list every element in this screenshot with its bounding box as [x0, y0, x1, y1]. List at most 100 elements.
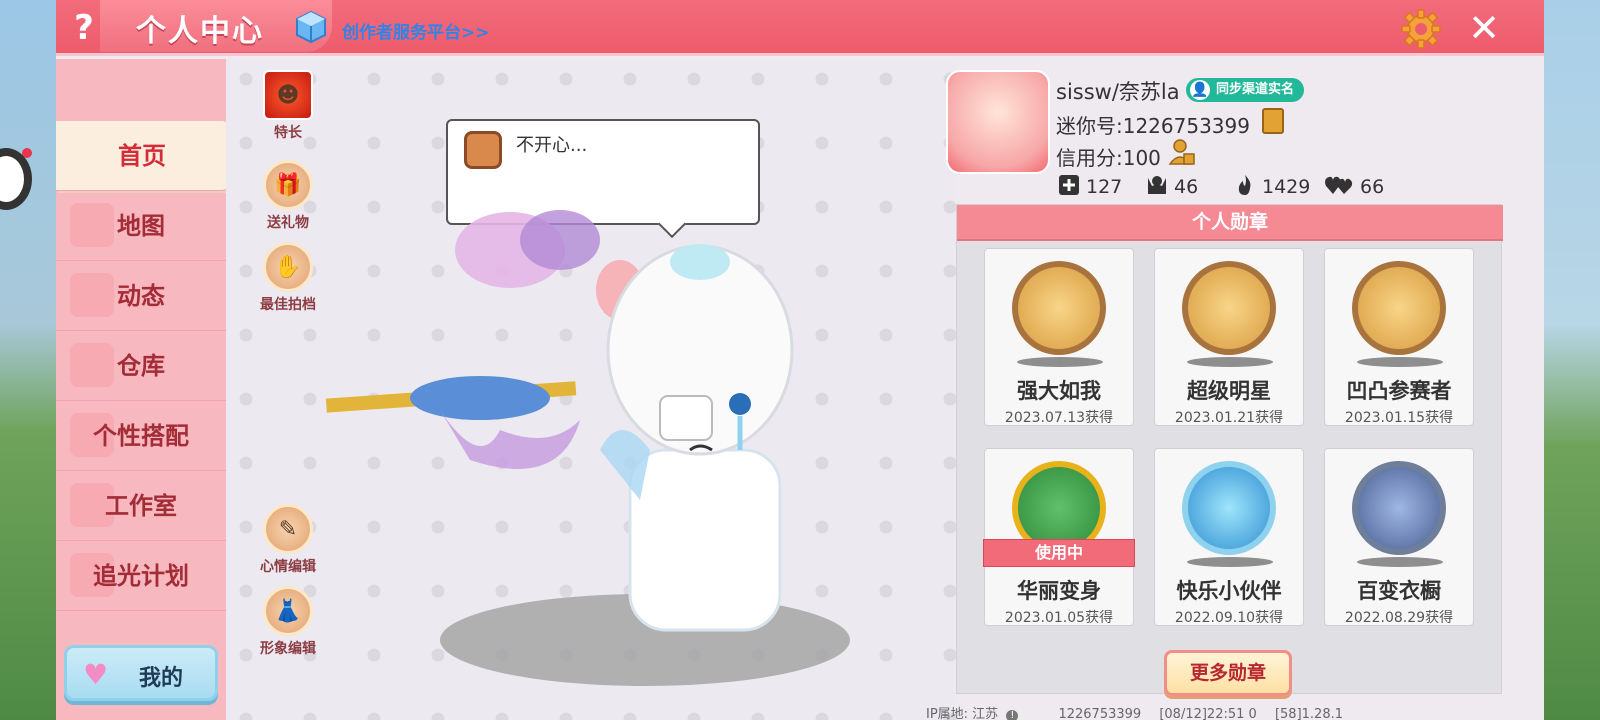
- medal-card[interactable]: 超级明星 2023.01.21获得: [1154, 248, 1304, 426]
- mine-button-label: 我的: [139, 666, 184, 691]
- title-bar: ? 个人中心 创作者服务平台>> ✕: [56, 0, 1544, 56]
- medal-name: 强大如我: [1017, 379, 1101, 403]
- medal-date: 2022.08.29获得: [1344, 610, 1454, 626]
- stat-popularity[interactable]: 1429: [1234, 174, 1310, 198]
- specialty-button[interactable]: ☻ 特长: [248, 70, 328, 142]
- sidebar-item-label: 工作室: [105, 492, 177, 520]
- medal-name: 百变衣橱: [1357, 579, 1441, 603]
- sidebar-item-label: 追光计划: [93, 562, 189, 590]
- hearts-icon: [1325, 176, 1353, 194]
- house-bg-icon: [70, 343, 114, 387]
- mood-edit-button[interactable]: ✎ 心情编辑: [248, 504, 328, 576]
- player-avatar[interactable]: [320, 190, 820, 650]
- medal-grid: 强大如我 2023.07.13获得 超级明星 2023.01.21获得 凹凸参赛…: [956, 240, 1502, 632]
- help-icon[interactable]: ?: [56, 0, 112, 56]
- medal-stand: [1357, 357, 1443, 367]
- stat-followers[interactable]: 127: [1058, 174, 1122, 198]
- specialty-icon: ☻: [263, 70, 313, 120]
- heart-icon: ♥: [83, 658, 109, 691]
- medal-stand: [1187, 557, 1273, 567]
- info-icon[interactable]: !: [1006, 710, 1019, 720]
- best-partner-label: 最佳拍档: [260, 297, 316, 313]
- creator-platform-link[interactable]: 创作者服务平台>>: [342, 18, 490, 43]
- sidebar-item-outfit[interactable]: 个性搭配: [56, 401, 226, 471]
- medal-name: 快乐小伙伴: [1176, 579, 1282, 603]
- sidebar-item-label: 个性搭配: [93, 422, 189, 450]
- medal-name: 超级明星: [1187, 379, 1271, 403]
- medal-name: 华丽变身: [1017, 579, 1101, 603]
- edit-icon: ✎: [263, 504, 313, 554]
- look-edit-button[interactable]: 👗 形象编辑: [248, 586, 328, 658]
- medal-card[interactable]: 强大如我 2023.07.13获得: [984, 248, 1134, 426]
- in-use-badge: 使用中: [983, 539, 1135, 567]
- sidebar-item-label: 地图: [117, 212, 165, 240]
- followers-count: 127: [1086, 176, 1123, 198]
- gear-icon[interactable]: [1400, 8, 1442, 50]
- likes-count: 46: [1174, 176, 1199, 198]
- mood-face-icon: [464, 131, 502, 169]
- medal-buddy-icon: [1182, 461, 1276, 555]
- medal-stand: [1187, 357, 1273, 367]
- sidebar-item-map[interactable]: 地图: [56, 191, 226, 261]
- medal-card-in-use[interactable]: 使用中 华丽变身 2023.01.05获得: [983, 448, 1135, 626]
- credit-user-icon[interactable]: [1168, 138, 1196, 166]
- medal-header: 个人勋章: [957, 205, 1503, 241]
- medal-card[interactable]: 凹凸参赛者 2023.01.15获得: [1324, 248, 1474, 426]
- stat-likes[interactable]: 46: [1146, 174, 1198, 198]
- person-icon: 👤: [1190, 80, 1210, 100]
- footer-version: [58]1.28.1: [1274, 707, 1343, 720]
- ip-location: IP属地: 江苏: [926, 707, 999, 720]
- background-scenery-left: [0, 0, 60, 720]
- medal-strong-icon: [1012, 261, 1106, 355]
- footer-uid: 1226753399: [1058, 707, 1142, 720]
- username: sissw/奈苏la: [1056, 80, 1180, 104]
- medal-card[interactable]: 快乐小伙伴 2022.09.10获得: [1154, 448, 1304, 626]
- look-edit-label: 形象编辑: [260, 641, 316, 657]
- map-bg-icon: [70, 203, 114, 247]
- more-medals-button[interactable]: 更多勋章: [1164, 650, 1292, 696]
- handshake-icon: ✋: [263, 242, 313, 292]
- medal-name: 凹凸参赛者: [1346, 379, 1452, 403]
- medal-contestant-icon: [1352, 261, 1446, 355]
- medal-stand: [1017, 357, 1103, 367]
- sidebar-item-chase-light[interactable]: 追光计划: [56, 541, 226, 611]
- personal-center-panel: ? 个人中心 创作者服务平台>> ✕ 首页 地图 动态 仓库 个性搭配 工作室 …: [56, 0, 1544, 720]
- gift-icon: 🎁: [263, 160, 313, 210]
- sidebar-item-studio[interactable]: 工作室: [56, 471, 226, 541]
- best-partner-button[interactable]: ✋ 最佳拍档: [248, 242, 328, 314]
- medal-wardrobe-icon: [1352, 461, 1446, 555]
- sync-realname-badge[interactable]: 👤 同步渠道实名: [1186, 78, 1305, 102]
- medal-date: 2023.01.21获得: [1174, 410, 1284, 426]
- flame-icon: [1238, 175, 1251, 195]
- popularity-count: 1429: [1262, 176, 1311, 198]
- avatar[interactable]: [946, 70, 1050, 174]
- copy-icon[interactable]: [1262, 108, 1284, 134]
- sidebar-item-label: 动态: [117, 282, 165, 310]
- footer-info: IP属地: 江苏 ! 1226753399 [08/12]22:51 0 [58…: [926, 703, 1343, 720]
- medal-date: 2022.09.10获得: [1174, 610, 1284, 626]
- outfit-icon: 👗: [263, 586, 313, 636]
- medal-date: 2023.01.05获得: [1004, 610, 1114, 626]
- close-icon[interactable]: ✕: [1464, 8, 1504, 48]
- medal-stand: [1357, 557, 1443, 567]
- mine-button[interactable]: ♥ 我的: [64, 645, 218, 701]
- medal-superstar-icon: [1182, 261, 1276, 355]
- page-title: 个人中心: [136, 14, 264, 49]
- credit-score: 信用分:100: [1056, 146, 1161, 170]
- medal-card[interactable]: 百变衣橱 2022.08.29获得: [1324, 448, 1474, 626]
- footer-timestamp: [08/12]22:51 0: [1159, 707, 1257, 720]
- stat-hearts[interactable]: 66: [1324, 174, 1384, 198]
- sidebar-item-feed[interactable]: 动态: [56, 261, 226, 331]
- send-gift-button[interactable]: 🎁 送礼物: [248, 160, 328, 232]
- hearts-count: 66: [1360, 176, 1385, 198]
- medal-date: 2023.01.15获得: [1344, 410, 1454, 426]
- specialty-label: 特长: [274, 125, 302, 141]
- cube-icon[interactable]: [294, 10, 328, 44]
- send-gift-label: 送礼物: [267, 215, 309, 231]
- mood-text: 不开心...: [516, 135, 588, 156]
- sidebar-item-home[interactable]: 首页: [56, 121, 228, 191]
- sidebar-item-label: 仓库: [117, 352, 165, 380]
- bell-bg-icon: [70, 273, 114, 317]
- mini-id: 迷你号:1226753399: [1056, 114, 1250, 138]
- sidebar-item-storage[interactable]: 仓库: [56, 331, 226, 401]
